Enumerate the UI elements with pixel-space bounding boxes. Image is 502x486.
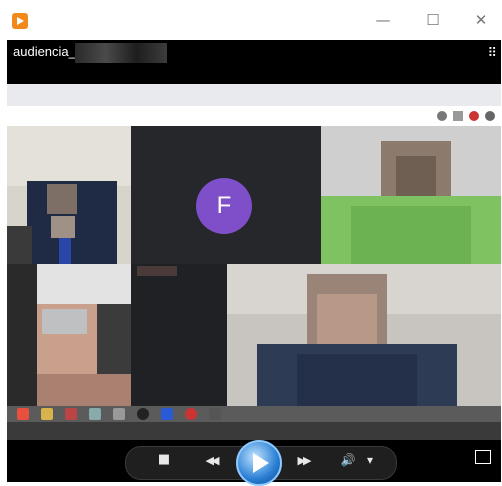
volume-button[interactable]: 🔊 [337,453,359,471]
participant-tile-1 [7,126,131,264]
play-button[interactable] [236,440,282,486]
media-icon [137,408,149,420]
app-icon [65,408,77,420]
recorder-icon [185,408,197,420]
next-button[interactable]: ▶▶ [289,454,317,472]
fullscreen-icon[interactable] [475,450,491,464]
media-player-app-icon [12,13,28,29]
document-icon [113,408,125,420]
video-frame[interactable]: F [7,84,501,440]
participant-tile-3 [321,126,501,264]
file-title: audiencia_ [13,44,76,59]
participant-tile-4 [7,264,131,406]
taskbar-blur [7,422,501,440]
recorded-taskbar [7,406,501,422]
switch-layout-icon[interactable]: ⠿ [487,46,497,61]
participant-tile-5 [227,264,501,406]
volume-menu-chevron-icon[interactable]: ▾ [363,453,377,471]
minimize-button[interactable]: — [368,8,398,32]
folder-icon [41,408,53,420]
arrow-icon [209,408,221,420]
outlook-icon [161,408,173,420]
participant-tile-2: F [131,126,321,264]
previous-button[interactable]: ◀◀ [197,454,225,472]
close-button[interactable]: ✕ [466,8,496,32]
recorded-browser-toolbar [7,106,501,127]
stop-button[interactable]: ■ [153,452,175,472]
recorded-browser-tabbar [7,84,501,106]
player-window: audiencia_ ⠿ F ■ ◀◀ ▶▶ 🔊 ▾ [7,40,501,486]
maximize-button[interactable]: ☐ [418,8,448,32]
file-icon [89,408,101,420]
redacted-filename [75,43,167,63]
participant-avatar: F [196,178,252,234]
chrome-icon [17,408,29,420]
gallery-gap [131,264,227,406]
title-bar: — ☐ ✕ [0,0,502,40]
